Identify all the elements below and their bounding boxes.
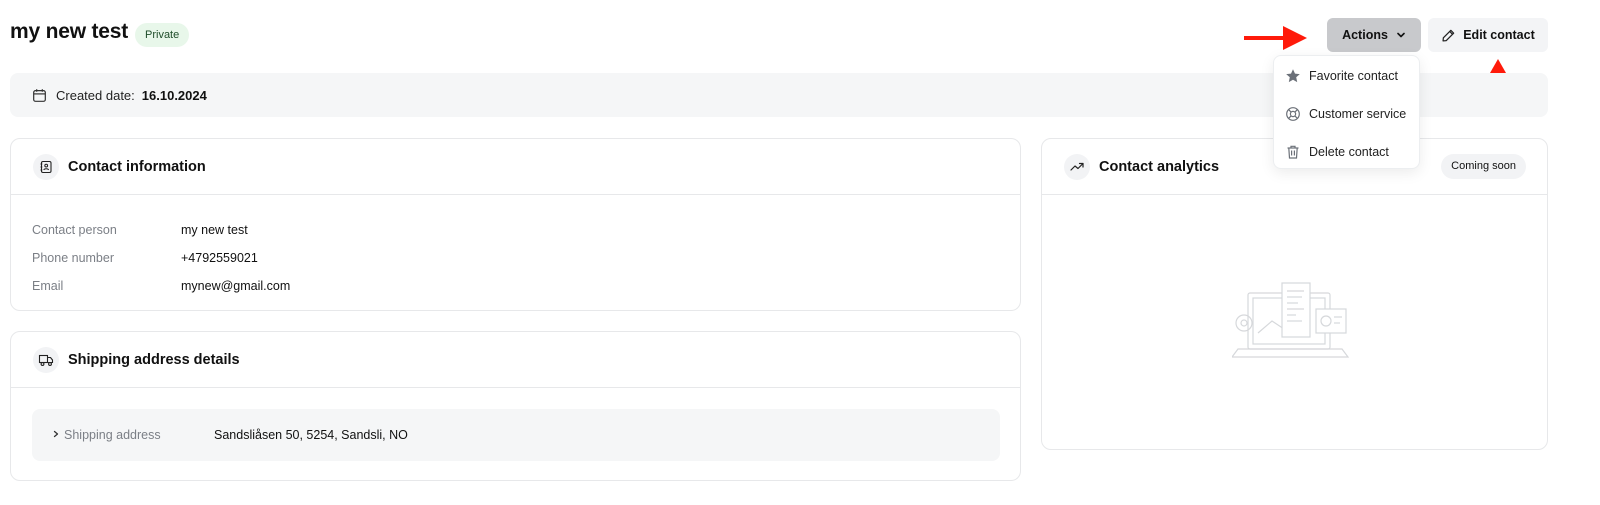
lifebuoy-icon — [1284, 106, 1302, 122]
phone-number-label: Phone number — [32, 251, 115, 265]
page-title: my new test — [10, 20, 129, 43]
contact-person-row: Contact person my new test — [32, 216, 1020, 244]
contact-book-icon — [33, 153, 59, 180]
contact-information-header: Contact information — [11, 139, 1020, 195]
email-label: Email — [32, 279, 64, 293]
contact-information-card: Contact information Contact person my ne… — [10, 138, 1021, 311]
contact-information-title: Contact information — [68, 158, 206, 175]
truck-icon — [33, 346, 59, 373]
private-badge: Private — [135, 23, 190, 47]
analytics-placeholder-illustration — [1232, 282, 1350, 358]
contact-info-list: Contact person my new test Phone number … — [11, 195, 1020, 300]
star-icon — [1284, 68, 1302, 84]
menu-item-customer-service[interactable]: Customer service — [1274, 95, 1419, 133]
contact-analytics-title: Contact analytics — [1099, 158, 1220, 175]
actions-button[interactable]: Actions — [1327, 18, 1421, 52]
menu-item-label: Delete contact — [1309, 145, 1389, 159]
shipping-address-header: Shipping address details — [11, 332, 1020, 388]
actions-dropdown-menu: Favorite contact Customer service Delete… — [1273, 55, 1420, 169]
shipping-address-title: Shipping address details — [68, 351, 240, 368]
chevron-down-icon — [1397, 32, 1405, 38]
created-date-label: Created date: — [56, 87, 135, 103]
coming-soon-badge: Coming soon — [1441, 154, 1526, 179]
menu-item-favorite-contact[interactable]: Favorite contact — [1274, 57, 1419, 95]
trash-icon — [1284, 144, 1302, 160]
menu-item-label: Customer service — [1309, 107, 1407, 121]
contact-analytics-card: Contact analytics Coming soon — [1041, 138, 1548, 450]
shipping-address-row[interactable]: Shipping address Sandsliåsen 50, 5254, S… — [32, 409, 1000, 461]
shipping-address-value: Sandsliåsen 50, 5254, Sandsli, NO — [214, 428, 408, 442]
menu-item-label: Favorite contact — [1309, 69, 1398, 83]
contact-person-label: Contact person — [32, 223, 117, 237]
chevron-right-icon — [52, 429, 64, 441]
edit-contact-button[interactable]: Edit contact — [1428, 18, 1548, 52]
shipping-address-card: Shipping address details Shipping addres… — [10, 331, 1021, 481]
created-date-value: 16.10.2024 — [141, 87, 207, 103]
email-row: Email mynew@gmail.com — [32, 272, 1020, 300]
menu-item-delete-contact[interactable]: Delete contact — [1274, 133, 1419, 171]
email-value: mynew@gmail.com — [181, 279, 291, 293]
contact-person-value: my new test — [181, 223, 248, 237]
actions-button-label: Actions — [1342, 28, 1388, 42]
edit-contact-label: Edit contact — [1463, 28, 1535, 42]
shipping-address-label: Shipping address — [64, 428, 161, 442]
phone-number-row: Phone number +4792559021 — [32, 244, 1020, 272]
phone-number-value: +4792559021 — [181, 251, 258, 265]
trending-up-icon — [1064, 153, 1090, 180]
annotation-arrow-right — [1244, 26, 1307, 50]
calendar-icon — [33, 88, 46, 102]
pencil-icon — [1442, 29, 1455, 42]
